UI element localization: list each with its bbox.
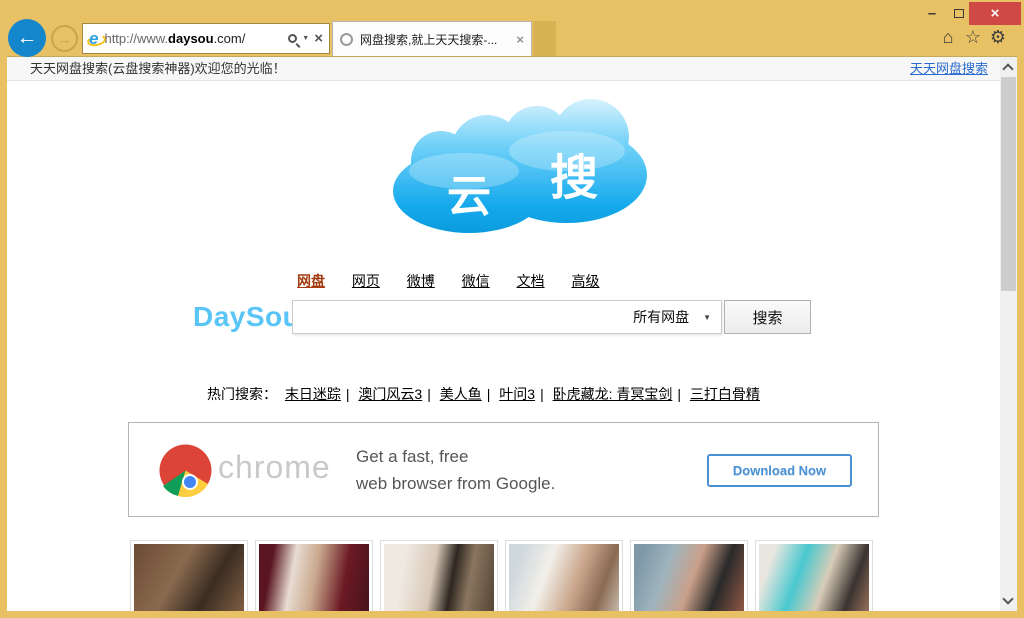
vertical-scrollbar[interactable]	[1000, 57, 1017, 611]
hot-link-1[interactable]: 末日迷踪	[285, 386, 341, 402]
new-tab-button[interactable]	[533, 21, 556, 56]
hot-search-label: 热门搜索：	[207, 386, 277, 402]
nav-item-wangpan[interactable]: 网盘	[297, 271, 325, 291]
disk-type-select[interactable]: 所有网盘 ▼	[629, 301, 715, 333]
thumbnail-item[interactable]	[255, 540, 373, 611]
separator: |	[677, 386, 681, 402]
welcome-bar: 天天网盘搜索(云盘搜索神器)欢迎您的光临！ 天天网盘搜索	[7, 57, 1000, 81]
ad-line-2: web browser from Google.	[356, 470, 555, 497]
stop-icon[interactable]: ×	[314, 30, 323, 47]
hot-link-2[interactable]: 澳门风云3	[358, 386, 422, 402]
ie-logo-icon: e	[89, 29, 98, 49]
minimize-button[interactable]: –	[918, 2, 946, 25]
separator: |	[346, 386, 350, 402]
separator: |	[540, 386, 544, 402]
address-bar[interactable]: e http://www.daysou.com/ ▼ ×	[82, 23, 330, 54]
chrome-ad-banner: chrome Get a fast, free web browser from…	[128, 422, 879, 517]
browser-window: – × ⌂ ☆ ⚙ ← → e http://www.daysou.com/ ▼…	[0, 0, 1024, 618]
thumbnail-image	[759, 544, 869, 611]
hot-link-4[interactable]: 叶问3	[499, 386, 535, 402]
browser-tab[interactable]: 网盘搜索,就上天天搜索-... ×	[332, 21, 532, 56]
disk-select-value: 所有网盘	[633, 307, 689, 327]
hot-link-6[interactable]: 三打白骨精	[690, 386, 760, 402]
logo-char-right: 搜	[550, 152, 598, 205]
thumbnail-item[interactable]	[130, 540, 248, 611]
thumbnail-grid	[130, 540, 873, 611]
back-button[interactable]: ←	[8, 19, 46, 57]
page-content: 天天网盘搜索(云盘搜索神器)欢迎您的光临！ 天天网盘搜索	[7, 57, 1000, 611]
thumbnail-item[interactable]	[505, 540, 623, 611]
page-viewport: 天天网盘搜索(云盘搜索神器)欢迎您的光临！ 天天网盘搜索	[7, 56, 1017, 611]
thumbnail-item[interactable]	[630, 540, 748, 611]
top-right-link[interactable]: 天天网盘搜索	[910, 57, 988, 80]
browser-toolbar: ⌂ ☆ ⚙	[938, 27, 1008, 47]
logo-char-left: 云	[447, 172, 491, 221]
download-now-button[interactable]: Download Now	[707, 454, 852, 487]
chrome-logo-icon	[159, 444, 212, 497]
hot-link-5[interactable]: 卧虎藏龙: 青冥宝剑	[553, 386, 673, 402]
search-area: DaySou 所有网盘 ▼ 搜索	[193, 299, 811, 335]
forward-arrow-icon: →	[58, 31, 72, 47]
scroll-down-icon[interactable]	[1002, 593, 1013, 604]
nav-item-advanced[interactable]: 高级	[571, 271, 599, 291]
ad-line-1: Get a fast, free	[356, 443, 555, 470]
home-icon[interactable]: ⌂	[938, 27, 958, 47]
hot-link-3[interactable]: 美人鱼	[440, 386, 482, 402]
welcome-text: 天天网盘搜索(云盘搜索神器)欢迎您的光临！	[30, 57, 286, 80]
back-arrow-icon: ←	[17, 26, 38, 50]
scrollbar-thumb[interactable]	[1001, 77, 1016, 291]
ad-text: Get a fast, free web browser from Google…	[356, 443, 555, 497]
nav-item-webpage[interactable]: 网页	[352, 271, 380, 291]
nav-item-docs[interactable]: 文档	[517, 271, 545, 291]
scroll-up-icon[interactable]	[1002, 63, 1013, 74]
thumbnail-image	[509, 544, 619, 611]
search-button[interactable]: 搜索	[724, 300, 811, 334]
maximize-icon	[954, 9, 964, 18]
site-logo: 云 搜	[369, 99, 649, 234]
thumbnail-image	[384, 544, 494, 611]
tab-title: 网盘搜索,就上天天搜索-...	[360, 31, 509, 48]
close-icon: ×	[991, 5, 1000, 22]
chrome-wordmark: chrome	[218, 449, 331, 486]
search-input-wrap: 所有网盘 ▼	[292, 300, 722, 334]
nav-item-weibo[interactable]: 微博	[407, 271, 435, 291]
settings-gear-icon[interactable]: ⚙	[988, 27, 1008, 47]
thumbnail-item[interactable]	[755, 540, 873, 611]
separator: |	[427, 386, 431, 402]
chevron-down-icon[interactable]: ▼	[302, 35, 309, 42]
favorites-star-icon[interactable]: ☆	[963, 27, 983, 47]
minimize-icon: –	[928, 5, 936, 22]
thumbnail-image	[634, 544, 744, 611]
site-brand-text: DaySou	[193, 301, 292, 333]
tab-close-icon[interactable]: ×	[516, 32, 524, 47]
forward-button[interactable]: →	[51, 25, 78, 52]
tab-loading-icon	[340, 33, 353, 46]
url-text: http://www.daysou.com/	[104, 31, 288, 46]
close-button[interactable]: ×	[969, 2, 1021, 25]
nav-item-wechat[interactable]: 微信	[462, 271, 490, 291]
separator: |	[487, 386, 491, 402]
thumbnail-item[interactable]	[380, 540, 498, 611]
thumbnail-image	[134, 544, 244, 611]
search-type-nav: 网盘 网页 微博 微信 文档 高级	[297, 271, 622, 291]
thumbnail-image	[259, 544, 369, 611]
search-icon[interactable]	[288, 34, 297, 43]
hot-search-row: 热门搜索： 末日迷踪| 澳门风云3| 美人鱼| 叶问3| 卧虎藏龙: 青冥宝剑|…	[207, 384, 760, 404]
select-caret-icon: ▼	[703, 313, 711, 322]
